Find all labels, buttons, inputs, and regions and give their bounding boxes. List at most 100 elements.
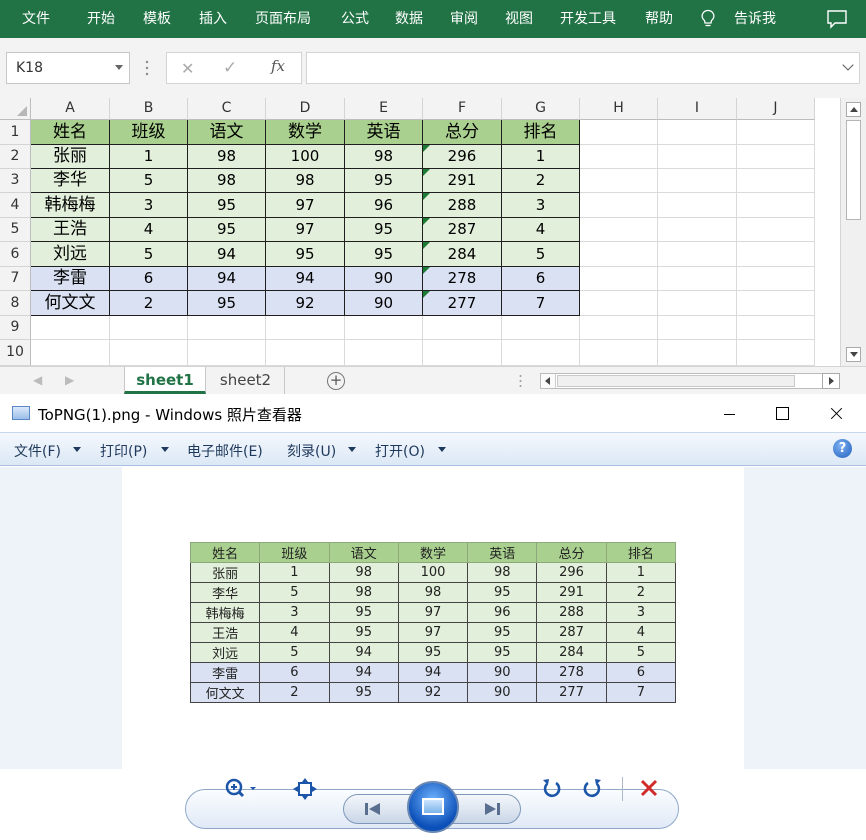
table-cell[interactable]: 李华 bbox=[31, 169, 110, 193]
table-cell[interactable]: 5 bbox=[110, 169, 188, 193]
table-cell[interactable]: 7 bbox=[502, 291, 580, 316]
table-cell[interactable]: 4 bbox=[502, 218, 580, 242]
tab-view[interactable]: 视图 bbox=[505, 0, 533, 38]
menu-file[interactable]: 文件(F) bbox=[14, 441, 61, 461]
table-cell[interactable]: 张丽 bbox=[31, 145, 110, 169]
table-header-cell[interactable]: 总分 bbox=[423, 120, 502, 145]
empty-cell[interactable] bbox=[110, 316, 188, 340]
column-header[interactable]: F bbox=[423, 98, 502, 120]
maximize-button[interactable] bbox=[756, 394, 808, 432]
chevron-down-icon[interactable] bbox=[73, 447, 81, 452]
column-header[interactable]: A bbox=[31, 98, 110, 120]
scroll-left-icon[interactable] bbox=[541, 374, 556, 388]
table-cell[interactable]: 95 bbox=[266, 242, 345, 267]
table-cell[interactable]: 98 bbox=[345, 145, 423, 169]
empty-cell[interactable] bbox=[423, 340, 502, 366]
empty-cell[interactable] bbox=[188, 316, 266, 340]
tab-home[interactable]: 开始 bbox=[87, 0, 115, 38]
table-cell[interactable]: 韩梅梅 bbox=[31, 193, 110, 218]
select-all-corner[interactable] bbox=[0, 98, 31, 120]
empty-cell[interactable] bbox=[658, 145, 737, 169]
empty-cell[interactable] bbox=[580, 242, 658, 267]
table-cell[interactable]: 278 bbox=[423, 267, 502, 291]
tab-developer[interactable]: 开发工具 bbox=[560, 0, 616, 38]
empty-cell[interactable] bbox=[737, 340, 815, 366]
table-cell[interactable]: 3 bbox=[110, 193, 188, 218]
empty-cell[interactable] bbox=[737, 242, 815, 267]
vertical-scrollbar[interactable] bbox=[840, 98, 866, 366]
menu-email[interactable]: 电子邮件(E) bbox=[187, 441, 263, 461]
slideshow-button[interactable] bbox=[407, 781, 459, 833]
table-cell[interactable]: 97 bbox=[266, 193, 345, 218]
empty-cell[interactable] bbox=[345, 316, 423, 340]
empty-cell[interactable] bbox=[737, 120, 815, 145]
row-header[interactable]: 8 bbox=[0, 291, 31, 316]
table-cell[interactable]: 5 bbox=[110, 242, 188, 267]
empty-cell[interactable] bbox=[580, 169, 658, 193]
minimize-button[interactable] bbox=[704, 394, 756, 432]
empty-cell[interactable] bbox=[502, 316, 580, 340]
comment-icon[interactable] bbox=[826, 9, 848, 29]
column-header[interactable]: B bbox=[110, 98, 188, 120]
empty-cell[interactable] bbox=[266, 316, 345, 340]
row-header[interactable]: 7 bbox=[0, 267, 31, 291]
chevron-down-icon[interactable] bbox=[161, 447, 169, 452]
table-cell[interactable]: 95 bbox=[345, 169, 423, 193]
empty-cell[interactable] bbox=[502, 340, 580, 366]
table-cell[interactable]: 3 bbox=[502, 193, 580, 218]
empty-cell[interactable] bbox=[110, 340, 188, 366]
chevron-down-icon[interactable] bbox=[842, 59, 854, 71]
column-header[interactable]: E bbox=[345, 98, 423, 120]
row-header[interactable]: 2 bbox=[0, 145, 31, 169]
empty-cell[interactable] bbox=[737, 169, 815, 193]
table-cell[interactable]: 95 bbox=[345, 218, 423, 242]
empty-cell[interactable] bbox=[658, 316, 737, 340]
cancel-icon[interactable]: ✕ bbox=[181, 59, 194, 78]
tab-review[interactable]: 审阅 bbox=[450, 0, 478, 38]
sheet-prev-icon[interactable]: ◀ bbox=[33, 373, 42, 387]
table-cell[interactable]: 296 bbox=[423, 145, 502, 169]
table-cell[interactable]: 98 bbox=[188, 145, 266, 169]
scroll-thumb[interactable] bbox=[846, 120, 861, 220]
horizontal-scroll-thumb[interactable] bbox=[557, 375, 795, 387]
table-cell[interactable]: 98 bbox=[266, 169, 345, 193]
empty-cell[interactable] bbox=[188, 340, 266, 366]
tab-help[interactable]: 帮助 bbox=[645, 0, 673, 38]
chevron-down-icon[interactable] bbox=[348, 447, 356, 452]
table-cell[interactable]: 90 bbox=[345, 291, 423, 316]
empty-cell[interactable] bbox=[580, 267, 658, 291]
row-header[interactable]: 6 bbox=[0, 242, 31, 267]
empty-cell[interactable] bbox=[737, 193, 815, 218]
tab-file[interactable]: 文件 bbox=[22, 0, 50, 38]
help-icon[interactable]: ? bbox=[833, 439, 852, 458]
column-header[interactable]: I bbox=[658, 98, 737, 120]
sheet-tab-sheet2[interactable]: sheet2 bbox=[207, 367, 285, 394]
table-cell[interactable]: 5 bbox=[502, 242, 580, 267]
menu-burn[interactable]: 刻录(U) bbox=[287, 441, 336, 461]
zoom-icon[interactable] bbox=[220, 775, 260, 803]
rotate-right-icon[interactable] bbox=[580, 775, 606, 803]
row-header[interactable]: 3 bbox=[0, 169, 31, 193]
name-box[interactable]: K18 bbox=[6, 52, 130, 84]
menu-open[interactable]: 打开(O) bbox=[375, 441, 425, 461]
column-header[interactable]: J bbox=[737, 98, 815, 120]
scroll-up-icon[interactable] bbox=[846, 102, 861, 117]
previous-icon[interactable] bbox=[358, 800, 388, 818]
empty-cell[interactable] bbox=[658, 267, 737, 291]
empty-cell[interactable] bbox=[737, 145, 815, 169]
table-cell[interactable]: 1 bbox=[502, 145, 580, 169]
table-header-cell[interactable]: 排名 bbox=[502, 120, 580, 145]
table-cell[interactable]: 95 bbox=[188, 218, 266, 242]
spreadsheet-grid[interactable]: A B C D E F G H I J 1 2 3 4 5 6 7 8 9 10 姓名 班级 语文 数学 英语 总分 排名 张丽 1 98… bbox=[0, 98, 840, 366]
scroll-down-icon[interactable] bbox=[846, 347, 861, 362]
tab-insert[interactable]: 插入 bbox=[199, 0, 227, 38]
table-cell[interactable]: 6 bbox=[110, 267, 188, 291]
table-cell[interactable]: 100 bbox=[266, 145, 345, 169]
empty-cell[interactable] bbox=[658, 218, 737, 242]
column-header[interactable]: G bbox=[502, 98, 580, 120]
row-header[interactable]: 1 bbox=[0, 120, 31, 145]
tab-page-layout[interactable]: 页面布局 bbox=[255, 0, 311, 38]
scroll-right-icon[interactable] bbox=[822, 373, 840, 389]
empty-cell[interactable] bbox=[658, 193, 737, 218]
empty-cell[interactable] bbox=[737, 218, 815, 242]
